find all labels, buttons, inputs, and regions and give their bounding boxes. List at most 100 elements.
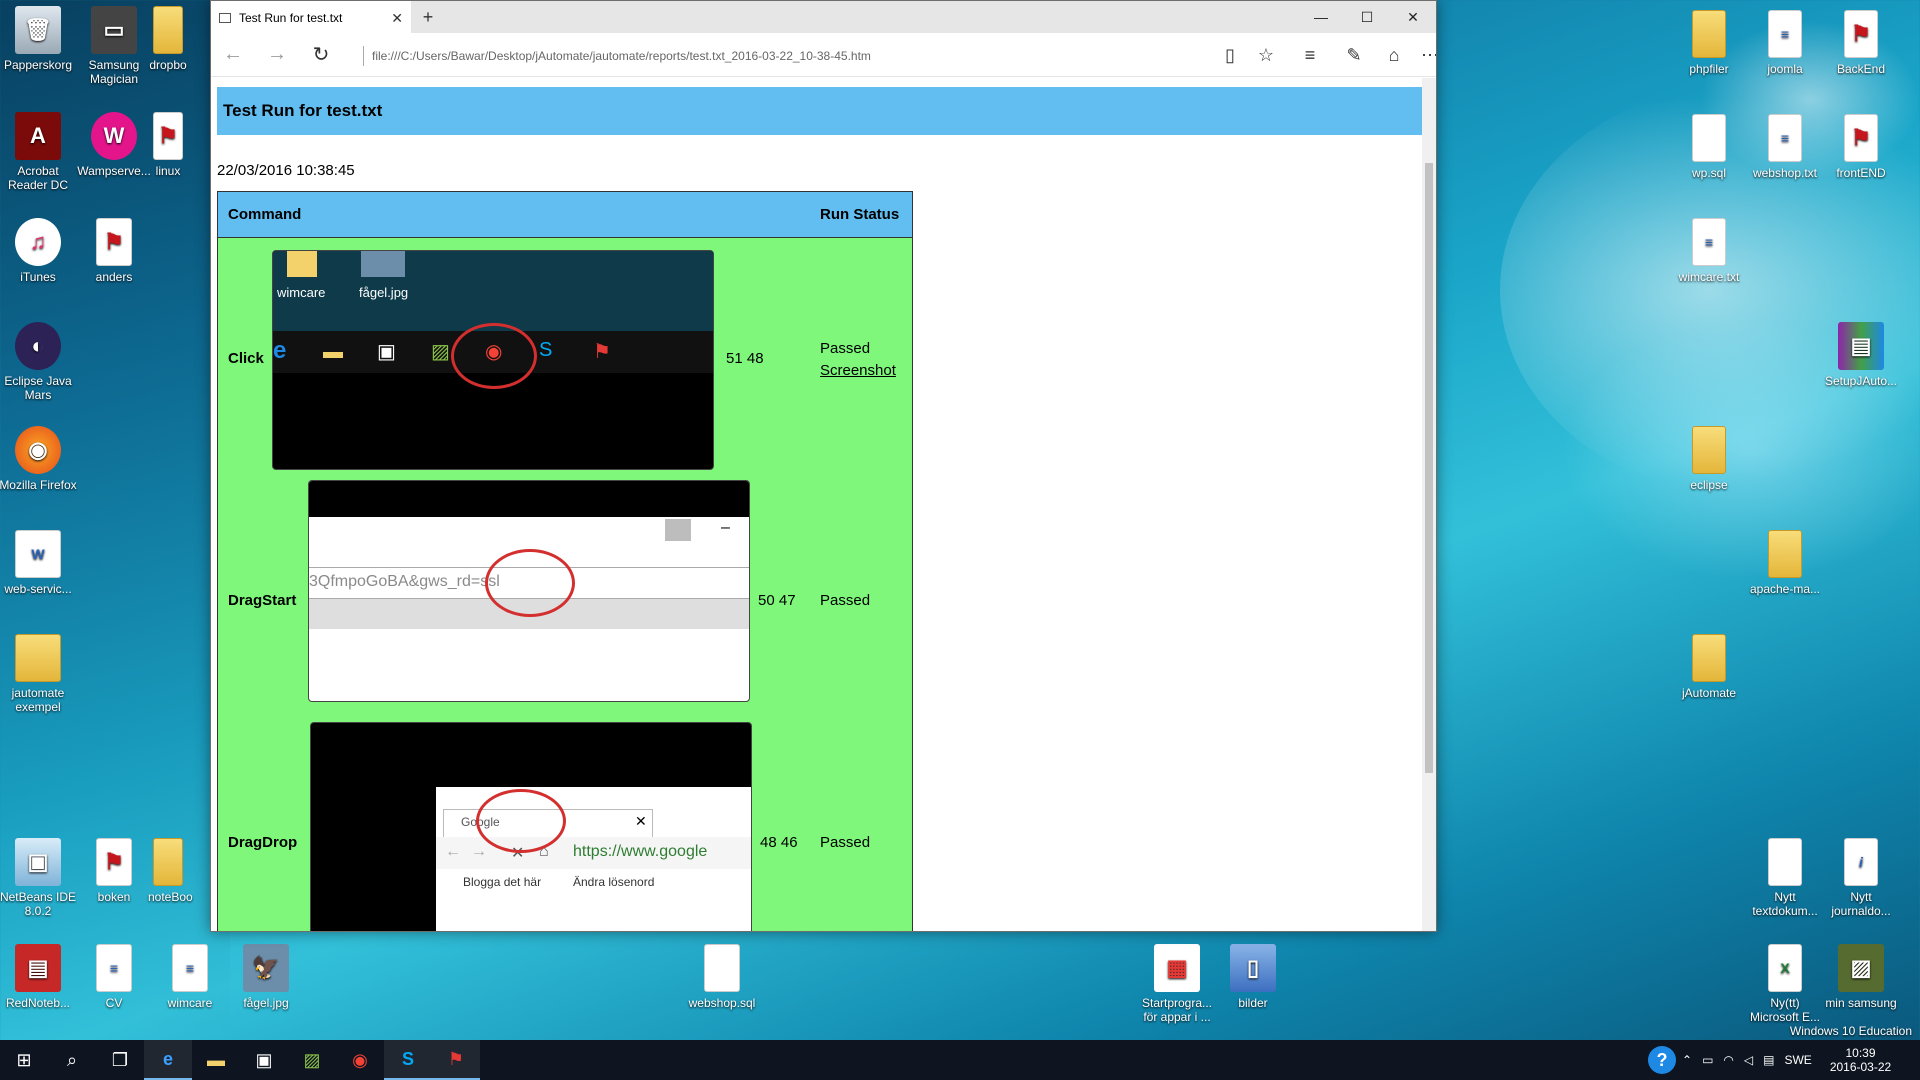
start-button[interactable]: ⊞ xyxy=(0,1040,48,1080)
text-file-icon xyxy=(1768,838,1802,886)
language-indicator[interactable]: SWE xyxy=(1784,1053,1811,1067)
vertical-scrollbar[interactable] xyxy=(1422,78,1436,931)
new-tab-button[interactable]: + xyxy=(411,1,445,33)
desktop-icon-samsung-magician[interactable]: ▭ Samsung Magician xyxy=(74,6,154,86)
desktop-icon-fagel[interactable]: 🦅 fågel.jpg xyxy=(226,944,306,1010)
desktop-icon-excel[interactable]: X Ny(tt) Microsoft E... xyxy=(1745,944,1825,1024)
desktop-icon-apache-maven[interactable]: apache-ma... xyxy=(1745,530,1825,596)
desktop-icon-jautomate-exempel[interactable]: jautomate exempel xyxy=(0,634,78,714)
chevron-up-icon[interactable]: ⌃ xyxy=(1682,1053,1692,1067)
header-run-status: Run Status xyxy=(820,206,900,223)
acrobat-icon[interactable]: ⚑ xyxy=(432,1040,480,1080)
taskbar: ⊞ ⌕ ❐ e ▬ ▣ ▨ ◉ S ⚑ ? ⌃ ▭ ◠ ◁ ▤ SWE 10:3… xyxy=(0,1040,1920,1080)
chrome-icon[interactable]: ◉ xyxy=(336,1040,384,1080)
screenshot-thumbnail: – 3QfmpoGoBA&gws_rd=ssl xyxy=(308,480,750,702)
report-title: Test Run for test.txt xyxy=(217,87,1425,135)
drag-drop-marker xyxy=(476,789,566,853)
netbeans-icon: ▣ xyxy=(15,838,61,886)
click-target-marker xyxy=(451,323,537,389)
desktop-icon-acrobat[interactable]: A Acrobat Reader DC xyxy=(0,112,78,192)
address-bar[interactable]: file:///C:/Users/Bawar/Desktop/jAutomate… xyxy=(363,46,983,66)
desktop-icon-phpfiler[interactable]: phpfiler xyxy=(1669,10,1749,76)
recycle-bin-icon: 🗑 xyxy=(15,6,61,54)
desktop-icon-rednotebook[interactable]: ▤ RedNoteb... xyxy=(0,944,78,1010)
refresh-button[interactable]: ↻ xyxy=(299,33,343,77)
desktop-icon-eclipse[interactable]: ◐ Eclipse Java Mars xyxy=(0,322,78,402)
wamp-icon: W xyxy=(91,112,137,160)
folder-icon xyxy=(1692,634,1726,682)
more-icon[interactable]: ⋯ xyxy=(1408,33,1436,77)
wifi-icon[interactable]: ◠ xyxy=(1723,1053,1733,1067)
close-window-button[interactable]: ✕ xyxy=(1390,1,1436,33)
desktop-icon-netbeans[interactable]: ▣ NetBeans IDE 8.0.2 xyxy=(0,838,78,918)
volume-icon[interactable]: ◁ xyxy=(1744,1053,1753,1067)
clock[interactable]: 10:39 2016-03-22 xyxy=(1830,1046,1891,1074)
row-status: Passed xyxy=(820,340,871,357)
desktop-icon-wp-sql[interactable]: wp.sql xyxy=(1669,114,1749,180)
row-coordinates: 51 48 xyxy=(726,350,764,367)
desktop-icon-cv[interactable]: ≡ CV xyxy=(74,944,154,1010)
tab-title: Test Run for test.txt xyxy=(239,11,343,25)
eclipse-icon: ◐ xyxy=(15,322,61,370)
desktop-icon-nytt-journaldokument[interactable]: i Nytt journaldo... xyxy=(1821,838,1901,918)
skype-icon: S xyxy=(539,339,553,361)
row-command: Click xyxy=(228,350,264,367)
pdf-icon: ⚑ xyxy=(1844,10,1878,58)
help-icon[interactable]: ? xyxy=(1648,1046,1676,1074)
battery-icon[interactable]: ▭ xyxy=(1702,1053,1713,1067)
edge-taskbar-icon[interactable]: e xyxy=(144,1040,192,1080)
browser-tab[interactable]: Test Run for test.txt ✕ xyxy=(211,1,411,33)
desktop-icon-recycle-bin[interactable]: 🗑 Papperskorg xyxy=(0,6,78,72)
forward-button[interactable]: → xyxy=(255,33,299,77)
store-icon[interactable]: ▣ xyxy=(240,1040,288,1080)
scrollbar-thumb[interactable] xyxy=(1425,163,1433,773)
desktop-icon-bilder[interactable]: ▯ bilder xyxy=(1213,944,1293,1010)
desktop-icon-eclipse-folder[interactable]: eclipse xyxy=(1669,426,1749,492)
search-icon[interactable]: ⌕ xyxy=(48,1040,96,1080)
desktop-icon-joomla[interactable]: ≡ joomla xyxy=(1745,10,1825,76)
desktop-icon-jautomate[interactable]: jAutomate xyxy=(1669,634,1749,700)
pdf-icon: ⚑ xyxy=(96,218,132,266)
desktop-icon-firefox[interactable]: ◉ Mozilla Firefox xyxy=(0,426,78,492)
desktop-icon-anders[interactable]: ⚑ anders xyxy=(74,218,154,284)
desktop-icon-backend[interactable]: ⚑ BackEnd xyxy=(1821,10,1901,76)
document-icon: ≡ xyxy=(96,944,132,992)
desktop-icon-min-samsung[interactable]: ▨ min samsung xyxy=(1821,944,1901,1010)
desktop-icon-itunes[interactable]: ♫ iTunes xyxy=(0,218,78,284)
folder-icon xyxy=(1768,530,1802,578)
maximize-button[interactable]: ☐ xyxy=(1344,1,1390,33)
text-file-icon: ≡ xyxy=(1768,114,1802,162)
desktop-icon-wimcare-txt[interactable]: ≡ wimcare.txt xyxy=(1669,218,1749,284)
desktop-icon-notebook[interactable]: noteBoo xyxy=(148,838,193,904)
desktop-icon-nytt-textdokument[interactable]: Nytt textdokum... xyxy=(1745,838,1825,918)
desktop-icon-webshop-txt[interactable]: ≡ webshop.txt xyxy=(1745,114,1825,180)
clock-time: 10:39 xyxy=(1845,1046,1876,1060)
desktop-icon-boken[interactable]: ⚑ boken xyxy=(74,838,154,904)
hub-icon[interactable]: ≡ xyxy=(1288,33,1332,77)
web-note-icon[interactable]: ✎ xyxy=(1332,33,1376,77)
back-button[interactable]: ← xyxy=(211,33,255,77)
image-app-icon[interactable]: ▨ xyxy=(288,1040,336,1080)
desktop-icon-web-services[interactable]: Wweb-servic... xyxy=(0,530,78,596)
folder-icon xyxy=(1692,426,1726,474)
skype-icon[interactable]: S xyxy=(384,1040,432,1080)
favorite-star-icon[interactable]: ☆ xyxy=(1244,33,1288,77)
pdf-icon: ⚑ xyxy=(96,838,132,886)
file-explorer-icon[interactable]: ▬ xyxy=(192,1040,240,1080)
screenshot-link[interactable]: Screenshot xyxy=(820,362,896,379)
desktop-icon-wampserver[interactable]: W Wampserve... xyxy=(74,112,154,178)
desktop-icon-dropbox[interactable]: dropbo xyxy=(148,6,188,72)
desktop-icon-webshop-sql[interactable]: webshop.sql xyxy=(682,944,762,1010)
document-icon: ≡ xyxy=(172,944,208,992)
task-view-icon[interactable]: ❐ xyxy=(96,1040,144,1080)
notification-icon[interactable]: ▤ xyxy=(1763,1053,1774,1067)
desktop-icon-linux[interactable]: ⚑ linux xyxy=(148,112,188,178)
minimize-button[interactable]: — xyxy=(1298,1,1344,33)
desktop-icon-startprogram[interactable]: ▦ Startprogra... för appar i ... xyxy=(1137,944,1217,1024)
tab-close-icon[interactable]: ✕ xyxy=(391,10,403,27)
text-file-icon: ≡ xyxy=(1692,218,1726,266)
desktop-icon-setup-jautomate[interactable]: ▤ SetupJAuto... xyxy=(1821,322,1901,388)
desktop-icon-wimcare[interactable]: ≡ wimcare xyxy=(150,944,230,1010)
report-date: 22/03/2016 10:38:45 xyxy=(217,162,355,179)
desktop-icon-frontend[interactable]: ⚑ frontEND xyxy=(1821,114,1901,180)
